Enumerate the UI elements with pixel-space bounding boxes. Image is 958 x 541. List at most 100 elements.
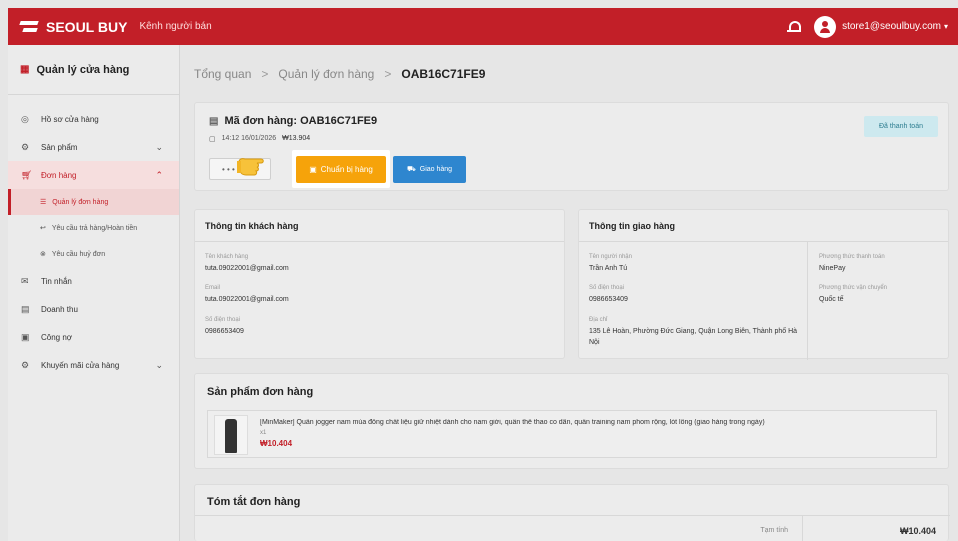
store-profile-icon: ◎ — [21, 113, 29, 124]
subtotal-label: Tạm tính — [760, 527, 788, 534]
shipping-info-heading: Thông tin giao hàng — [579, 210, 948, 242]
customer-info-card: Thông tin khách hàng Tên khách hàng tuta… — [194, 209, 565, 359]
chat-icon: ✉ — [21, 275, 29, 286]
sidebar-subitem-label: Quản lý đơn hàng — [52, 198, 109, 206]
sidebar-item-label: Công nợ — [41, 332, 73, 342]
breadcrumb: Tổng quan > Quản lý đơn hàng > OAB16C71F… — [194, 67, 485, 81]
sidebar-item-store-profile[interactable]: ◎ Hồ sơ cửa hàng — [8, 105, 179, 133]
breadcrumb-separator: > — [384, 67, 392, 81]
breadcrumb-current: OAB16C71FE9 — [401, 67, 486, 81]
ship-button[interactable]: ⛟ Giao hàng — [393, 156, 466, 183]
product-quantity: x1 — [260, 430, 267, 436]
sidebar: ▦ Quản lý cửa hàng ◎ Hồ sơ cửa hàng ⚙ Sả… — [8, 45, 180, 541]
sidebar-header: ▦ Quản lý cửa hàng — [8, 45, 179, 95]
sidebar-subitem-cancellations[interactable]: ⊗ Yêu cầu huỷ đơn — [8, 241, 179, 267]
chart-icon: ▤ — [21, 303, 30, 314]
sidebar-item-orders[interactable]: 🛒︎ Đơn hàng ⌃ — [8, 161, 179, 189]
shipping-method-value: Quốc tế — [819, 296, 844, 303]
product-thumbnail — [214, 415, 248, 455]
receiver-value: Trần Anh Tú — [589, 265, 628, 272]
sidebar-item-label: Sản phẩm — [41, 142, 78, 152]
store-icon: ▦ — [20, 64, 30, 75]
truck-icon: ⛟ — [406, 166, 416, 173]
order-summary-heading: Tóm tắt đơn hàng — [207, 496, 301, 508]
list-icon: ☰ — [40, 199, 47, 206]
sidebar-subitem-order-management[interactable]: ☰ Quản lý đơn hàng — [8, 189, 179, 215]
account-email[interactable]: store1@seoulbuy.com — [842, 21, 941, 32]
sidebar-title: Quản lý cửa hàng — [36, 63, 130, 76]
sidebar-item-label: Doanh thu — [41, 304, 78, 314]
customer-name-value: tuta.09022001@gmail.com — [205, 265, 289, 272]
return-icon: ↩ — [40, 225, 46, 232]
ship-label: Giao hàng — [419, 166, 453, 173]
sidebar-item-products[interactable]: ⚙ Sản phẩm ⌄ — [8, 133, 179, 161]
breadcrumb-order-management[interactable]: Quản lý đơn hàng — [278, 67, 374, 81]
sidebar-item-debt[interactable]: ▣ Công nợ — [8, 323, 179, 351]
payment-method-label: Phương thức thanh toán — [819, 254, 885, 260]
subtotal-value: ₩10.404 — [899, 526, 936, 536]
shipping-phone-value: 0986653409 — [589, 296, 628, 303]
breadcrumb-separator: > — [261, 67, 269, 81]
sidebar-item-label: Đơn hàng — [41, 170, 77, 180]
order-datetime: 14:12 16/01/2026 — [221, 135, 277, 142]
order-products-card: Sản phẩm đơn hàng [MinMaker] Quần jogger… — [194, 373, 949, 469]
shipping-phone-label: Số điện thoại — [589, 285, 625, 291]
order-code: Mã đơn hàng: OAB16C71FE9 — [224, 115, 378, 127]
customer-name-label: Tên khách hàng — [205, 254, 249, 260]
brand-name: SEOUL BUY — [46, 18, 128, 35]
document-icon: ▤ — [209, 115, 219, 127]
sidebar-subitem-returns[interactable]: ↩ Yêu cầu trả hàng/Hoàn tiền — [8, 215, 179, 241]
shipping-info-card: Thông tin giao hàng Tên người nhận Trần … — [578, 209, 949, 360]
sidebar-item-promotions[interactable]: ⚙ Khuyến mãi cửa hàng ⌄ — [8, 351, 179, 379]
customer-phone-label: Số điện thoại — [205, 317, 241, 323]
product-price: ₩10.404 — [260, 439, 293, 448]
debt-icon: ▣ — [21, 331, 30, 342]
shipping-method-label: Phương thức vận chuyển — [819, 285, 888, 291]
divider — [802, 516, 803, 541]
brand-subtitle: Kênh người bán — [139, 21, 212, 32]
address-label: Địa chỉ — [589, 317, 608, 323]
calendar-icon: ▢ — [209, 136, 216, 143]
chevron-down-icon: ⌄ — [155, 359, 163, 370]
order-title: ▤ Mã đơn hàng: OAB16C71FE9 — [209, 115, 377, 127]
sidebar-subitem-label: Yêu cầu huỷ đơn — [51, 250, 106, 258]
pointing-hand-icon — [237, 158, 264, 176]
top-bar: SEOUL BUY Kênh người bán store1@seoulbuy… — [8, 8, 958, 45]
package-icon: ▣ — [309, 165, 317, 174]
order-products-heading: Sản phẩm đơn hàng — [207, 386, 314, 398]
avatar[interactable] — [814, 15, 837, 38]
sidebar-item-messages[interactable]: ✉ Tin nhắn — [8, 267, 179, 295]
receiver-label: Tên người nhận — [589, 254, 632, 260]
product-row[interactable]: [MinMaker] Quần jogger nam mùa đông chất… — [207, 410, 937, 458]
chevron-down-icon[interactable]: ▾ — [944, 22, 948, 31]
logo-icon — [20, 18, 40, 36]
sidebar-item-label: Tin nhắn — [41, 276, 72, 286]
main-content: Tổng quan > Quản lý đơn hàng > OAB16C71F… — [180, 45, 958, 541]
breadcrumb-overview[interactable]: Tổng quan — [194, 67, 251, 81]
product-name: [MinMaker] Quần jogger nam mùa đông chất… — [260, 419, 765, 426]
prepare-goods-label: Chuẩn bị hàng — [320, 165, 373, 174]
address-value: 135 Lê Hoàn, Phường Đức Giang, Quận Long… — [589, 328, 798, 346]
divider — [195, 515, 950, 516]
promo-icon: ⚙ — [21, 359, 30, 370]
chevron-up-icon: ⌃ — [155, 169, 163, 180]
chevron-down-icon: ⌄ — [155, 141, 163, 152]
order-summary-card: Tóm tắt đơn hàng Tạm tính ₩10.404 — [194, 484, 950, 541]
sidebar-item-revenue[interactable]: ▤ Doanh thu — [8, 295, 179, 323]
customer-email-value: tuta.09022001@gmail.com — [205, 296, 289, 303]
payment-status-badge: Đã thanh toán — [864, 116, 938, 137]
box-icon: ⚙ — [21, 141, 30, 152]
customer-email-label: Email — [205, 285, 221, 291]
bell-icon[interactable] — [786, 20, 802, 34]
customer-info-heading: Thông tin khách hàng — [195, 210, 564, 242]
sidebar-item-label: Khuyến mãi cửa hàng — [41, 360, 120, 370]
payment-method-value: NinePay — [819, 265, 846, 272]
cancel-icon: ⊗ — [40, 251, 46, 258]
divider — [807, 242, 808, 360]
sidebar-subitem-label: Yêu cầu trả hàng/Hoàn tiền — [51, 224, 138, 232]
order-amount: ₩13.904 — [282, 135, 311, 142]
order-header-card: ▤ Mã đơn hàng: OAB16C71FE9 ▢ 14:12 16/01… — [194, 102, 949, 191]
prepare-goods-button[interactable]: ▣ Chuẩn bị hàng — [296, 156, 386, 183]
cart-icon: 🛒︎ — [21, 169, 33, 180]
brand-logo[interactable]: SEOUL BUY Kênh người bán — [20, 18, 212, 36]
